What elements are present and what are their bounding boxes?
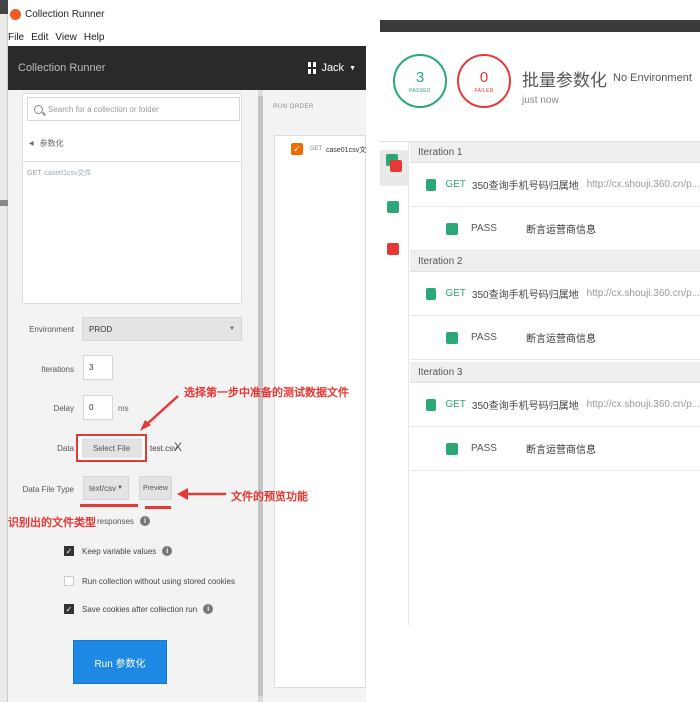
iteration-header: Iteration 3 bbox=[410, 362, 700, 383]
assertion-status: PASS bbox=[471, 332, 497, 343]
window-top-bar bbox=[380, 20, 700, 32]
iteration-header: Iteration 2 bbox=[410, 251, 700, 272]
request-result-row[interactable]: GET 350查询手机号码归属地 http://cx.shouji.360.cn… bbox=[410, 272, 700, 316]
assertion-row: PASS 断言运营商信息 bbox=[410, 207, 700, 251]
assertion-message: 断言运营商信息 bbox=[526, 225, 596, 236]
assertion-status: PASS bbox=[471, 443, 497, 454]
assertion-status: PASS bbox=[471, 223, 497, 234]
run-time: just now bbox=[522, 95, 559, 106]
failed-count: 0 bbox=[479, 68, 489, 86]
preview-annotation: 文件的预览功能 bbox=[231, 490, 308, 503]
failed-label: FAILED bbox=[474, 87, 494, 94]
request-name: 350查询手机号码归属地 bbox=[471, 401, 579, 412]
status-pass-icon bbox=[446, 331, 458, 344]
passed-label: PASSED bbox=[409, 87, 431, 94]
run-title: 批量参数化 bbox=[522, 71, 607, 91]
request-method: GET bbox=[445, 288, 466, 299]
run-summary-header: 3 PASSED 0 FAILED 批量参数化 No Environment j… bbox=[380, 32, 700, 142]
status-pass-icon bbox=[426, 287, 437, 300]
status-pass-icon bbox=[446, 442, 458, 455]
request-url: http://cx.shouji.360.cn/p... bbox=[586, 179, 700, 190]
file-type-annotation: 识别出的文件类型 bbox=[8, 516, 96, 529]
request-result-row[interactable]: GET 350查询手机号码归属地 http://cx.shouji.360.cn… bbox=[410, 163, 700, 207]
request-result-row[interactable]: GET 350查询手机号码归属地 http://cx.shouji.360.cn… bbox=[410, 383, 700, 427]
passed-counter: 3 PASSED bbox=[393, 54, 447, 108]
run-environment: No Environment bbox=[613, 72, 692, 84]
run-results-window: 3 PASSED 0 FAILED 批量参数化 No Environment j… bbox=[380, 20, 700, 625]
assertion-message: 断言运营商信息 bbox=[526, 445, 596, 456]
all-filter-icon[interactable] bbox=[390, 160, 402, 172]
failed-counter: 0 FAILED bbox=[457, 54, 511, 108]
assertion-row: PASS 断言运营商信息 bbox=[410, 316, 700, 360]
status-pass-icon bbox=[426, 178, 437, 191]
result-filter-sidebar bbox=[380, 142, 409, 625]
assertion-row: PASS 断言运营商信息 bbox=[410, 427, 700, 471]
passed-count: 3 bbox=[415, 68, 425, 86]
request-method: GET bbox=[445, 179, 466, 190]
request-name: 350查询手机号码归属地 bbox=[471, 290, 579, 301]
status-pass-icon bbox=[426, 398, 437, 411]
passed-filter-icon[interactable] bbox=[387, 201, 399, 213]
request-method: GET bbox=[445, 399, 466, 410]
status-pass-icon bbox=[446, 222, 458, 235]
failed-filter-icon[interactable] bbox=[387, 243, 399, 255]
iteration-header: Iteration 1 bbox=[410, 142, 700, 163]
arrow-icon bbox=[140, 395, 226, 500]
request-url: http://cx.shouji.360.cn/p... bbox=[586, 399, 700, 410]
assertion-message: 断言运营商信息 bbox=[526, 334, 596, 345]
collection-runner-window: Collection Runner File Edit View Help Co… bbox=[0, 0, 366, 702]
request-name: 350查询手机号码归属地 bbox=[471, 181, 579, 192]
request-url: http://cx.shouji.360.cn/p... bbox=[586, 288, 700, 299]
